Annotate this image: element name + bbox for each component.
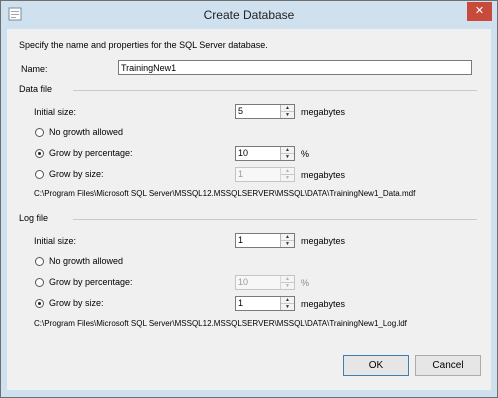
log-grow-percent-value: 10	[238, 277, 249, 287]
spin-down-icon: ▼	[285, 283, 290, 289]
spin-down-icon: ▼	[285, 175, 290, 181]
spin-down-icon[interactable]: ▼	[281, 241, 294, 247]
log-grow-size-unit: megabytes	[301, 299, 346, 309]
cancel-button[interactable]: Cancel	[415, 355, 481, 376]
create-database-dialog: Create Database ✕ Specify the name and p…	[0, 0, 498, 398]
log-initial-size-label: Initial size:	[34, 236, 77, 246]
radio-selected-dot	[38, 152, 41, 155]
data-no-growth-label[interactable]: No growth allowed	[49, 127, 123, 137]
log-no-growth-radio[interactable]	[35, 257, 44, 266]
spin-up-icon[interactable]: ▲	[281, 147, 294, 154]
close-icon: ✕	[474, 5, 485, 17]
data-grow-percent-stepper[interactable]: 10 ▲ ▼	[235, 146, 295, 161]
data-initial-size-spin[interactable]: ▲ ▼	[280, 105, 294, 118]
spin-up-icon: ▲	[281, 168, 294, 175]
data-grow-size-radio[interactable]	[35, 170, 44, 179]
data-grow-size-stepper: 1 ▲ ▼	[235, 167, 295, 182]
log-initial-size-stepper[interactable]: 1 ▲ ▼	[235, 233, 295, 248]
data-initial-size-stepper[interactable]: 5 ▲ ▼	[235, 104, 295, 119]
log-no-growth-label[interactable]: No growth allowed	[49, 256, 123, 266]
data-grow-size-value: 1	[238, 169, 244, 179]
data-initial-size-value: 5	[238, 106, 244, 116]
window-title: Create Database	[203, 8, 295, 22]
spin-down-icon[interactable]: ▼	[281, 304, 294, 310]
log-grow-size-radio[interactable]	[35, 299, 44, 308]
data-no-growth-radio[interactable]	[35, 128, 44, 137]
log-grow-percent-spin: ▲ ▼	[280, 276, 294, 289]
data-grow-percent-value: 10	[238, 148, 249, 158]
data-grow-percent-label[interactable]: Grow by percentage:	[49, 148, 133, 158]
log-initial-size-spin[interactable]: ▲ ▼	[280, 234, 294, 247]
name-input[interactable]: TrainingNew1	[118, 60, 472, 75]
data-grow-size-unit: megabytes	[301, 170, 346, 180]
log-grow-percent-label[interactable]: Grow by percentage:	[49, 277, 133, 287]
log-grow-percent-unit: %	[301, 278, 310, 288]
intro-text: Specify the name and properties for the …	[19, 40, 268, 50]
log-file-divider	[73, 219, 477, 220]
spin-up-icon[interactable]: ▲	[281, 297, 294, 304]
log-grow-percent-radio[interactable]	[35, 278, 44, 287]
data-file-path: C:\Program Files\Microsoft SQL Server\MS…	[34, 189, 416, 198]
radio-selected-dot	[38, 302, 41, 305]
spin-up-icon[interactable]: ▲	[281, 234, 294, 241]
log-file-path: C:\Program Files\Microsoft SQL Server\MS…	[34, 319, 407, 328]
spin-down-icon[interactable]: ▼	[281, 154, 294, 160]
data-initial-size-unit: megabytes	[301, 107, 346, 117]
log-grow-size-stepper[interactable]: 1 ▲ ▼	[235, 296, 295, 311]
close-button[interactable]: ✕	[467, 2, 492, 21]
spin-up-icon[interactable]: ▲	[281, 105, 294, 112]
spin-up-icon: ▲	[281, 276, 294, 283]
data-grow-size-spin: ▲ ▼	[280, 168, 294, 181]
log-grow-size-label[interactable]: Grow by size:	[49, 298, 104, 308]
data-grow-percent-spin[interactable]: ▲ ▼	[280, 147, 294, 160]
data-file-section-label: Data file	[19, 84, 53, 94]
data-grow-percent-radio[interactable]	[35, 149, 44, 158]
log-file-section-label: Log file	[19, 213, 49, 223]
data-grow-size-label[interactable]: Grow by size:	[49, 169, 104, 179]
name-label: Name:	[21, 64, 48, 74]
log-initial-size-unit: megabytes	[301, 236, 346, 246]
data-initial-size-label: Initial size:	[34, 107, 77, 117]
ok-button[interactable]: OK	[343, 355, 409, 376]
data-file-divider	[73, 90, 477, 91]
data-grow-percent-unit: %	[301, 149, 310, 159]
log-grow-size-value: 1	[238, 298, 244, 308]
log-grow-percent-stepper: 10 ▲ ▼	[235, 275, 295, 290]
title-bar[interactable]: Create Database ✕	[1, 1, 497, 29]
dialog-body: Specify the name and properties for the …	[7, 29, 491, 390]
spin-down-icon[interactable]: ▼	[281, 112, 294, 118]
log-initial-size-value: 1	[238, 235, 244, 245]
log-grow-size-spin[interactable]: ▲ ▼	[280, 297, 294, 310]
